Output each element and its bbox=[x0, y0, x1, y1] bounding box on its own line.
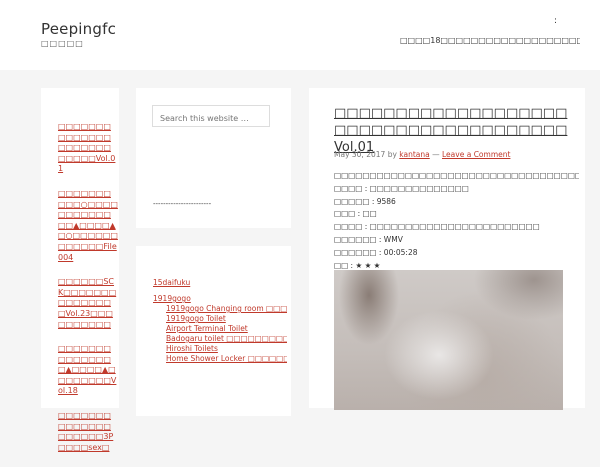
site-header: Peepingfc □□□□□ : □□□□18□□□□□□□□□□□□□□□□… bbox=[0, 0, 600, 70]
header-widget-text: □□□□18□□□□□□□□□□□□□□□□□□□□□□□□□□□□□□□□ bbox=[400, 36, 580, 45]
left-sidebar-item[interactable]: □□□□□□□□□□□□□□□□□□□□3P□□□□sex□ bbox=[58, 411, 118, 453]
post-date: May 30, 2017 bbox=[334, 150, 386, 159]
category-link[interactable]: 15daifuku bbox=[153, 278, 287, 288]
post-meta-separator: — bbox=[432, 150, 440, 159]
leave-comment-link[interactable]: Leave a Comment bbox=[442, 150, 510, 159]
main-content: □□□□□□□□□□□□□□□□□□□□□□□□□□□□□□□□□□□□□□Vo… bbox=[309, 88, 585, 410]
detail-line: □□□□□ : 9586 bbox=[334, 196, 396, 206]
site-title[interactable]: Peepingfc bbox=[41, 20, 116, 38]
category-link[interactable]: Airport Terminal Toilet bbox=[153, 324, 287, 334]
header-colon: : bbox=[554, 16, 558, 26]
detail-line: □□□ : □□ bbox=[334, 209, 377, 219]
left-sidebar-item[interactable]: □□□□□□□□□□○□□□□□□□□□□□□□▲□□□□▲□○□□□□□□□□… bbox=[58, 189, 118, 263]
detail-line: □□□□□□ : 00:05:28 bbox=[334, 247, 418, 257]
left-sidebar: □□□□□□□□□□□□□□□□□□□□□□□□□□Vol.01 □□□□□□□… bbox=[41, 88, 119, 452]
post-details: □□□□□□□□□□□□□□□□□□□□□□□□□□□□□□□□□□□□□□Vo… bbox=[334, 170, 579, 272]
left-sidebar-item[interactable]: □□□□□□SCK□□□□□□□□□□□□□□□Vol.23□□□□□□□□□□ bbox=[58, 277, 118, 330]
detail-line: □□□□□□ : WMV bbox=[334, 234, 403, 244]
post-thumbnail-image[interactable] bbox=[334, 270, 563, 410]
search-input[interactable] bbox=[152, 105, 270, 127]
post-meta: May 30, 2017 by kantana — Leave a Commen… bbox=[334, 150, 574, 159]
category-link[interactable]: 1919gogo bbox=[153, 294, 287, 304]
category-link[interactable]: Home Shower Locker □□□□□□□□□□□□□□□□□□ bbox=[153, 354, 287, 364]
category-link[interactable]: 1919gogo Changing room □□□□□□□□□□□□□□□□□… bbox=[153, 304, 287, 314]
detail-line: □□□□ : □□□□□□□□□□□□□□□□□□□□□□□□ bbox=[334, 222, 540, 232]
search-widget: ----------------------- bbox=[136, 88, 291, 228]
detail-line: □□□□ : □□□□□□□□□□□□□□ bbox=[334, 183, 469, 193]
categories-widget: 15daifuku 1919gogo 1919gogo Changing roo… bbox=[136, 246, 291, 416]
detail-line: □□□□□□□□□□□□□□□□□□□□□□□□□□□□□□□□□□□□□□Vo… bbox=[334, 171, 579, 180]
left-sidebar-item[interactable]: □□□□□□□□□□□□□□□▲□□□□▲□□□□□□□□Vol.18 bbox=[58, 344, 118, 397]
post-by: by bbox=[387, 150, 397, 159]
category-link[interactable]: Badogaru toilet □□□□□□□□□ bbox=[153, 334, 287, 344]
left-sidebar-item[interactable]: □□□□□□□□□□□□□□□□□□□□□□□□□□Vol.01 bbox=[58, 122, 118, 175]
category-link[interactable]: 1919gogo Toilet bbox=[153, 314, 287, 324]
post-title[interactable]: □□□□□□□□□□□□□□□□□□□□□□□□□□□□□□□□□□□□□□Vo… bbox=[334, 105, 574, 156]
post-author-link[interactable]: kantana bbox=[399, 150, 429, 159]
recent-widget-dashes: ----------------------- bbox=[153, 200, 212, 208]
categories-list: 15daifuku 1919gogo 1919gogo Changing roo… bbox=[153, 278, 287, 364]
category-link[interactable]: Hiroshi Toilets bbox=[153, 344, 287, 354]
site-description: □□□□□ bbox=[41, 39, 84, 48]
thumbnail-highlight bbox=[384, 310, 494, 400]
left-sidebar-list: □□□□□□□□□□□□□□□□□□□□□□□□□□Vol.01 □□□□□□□… bbox=[58, 122, 118, 467]
